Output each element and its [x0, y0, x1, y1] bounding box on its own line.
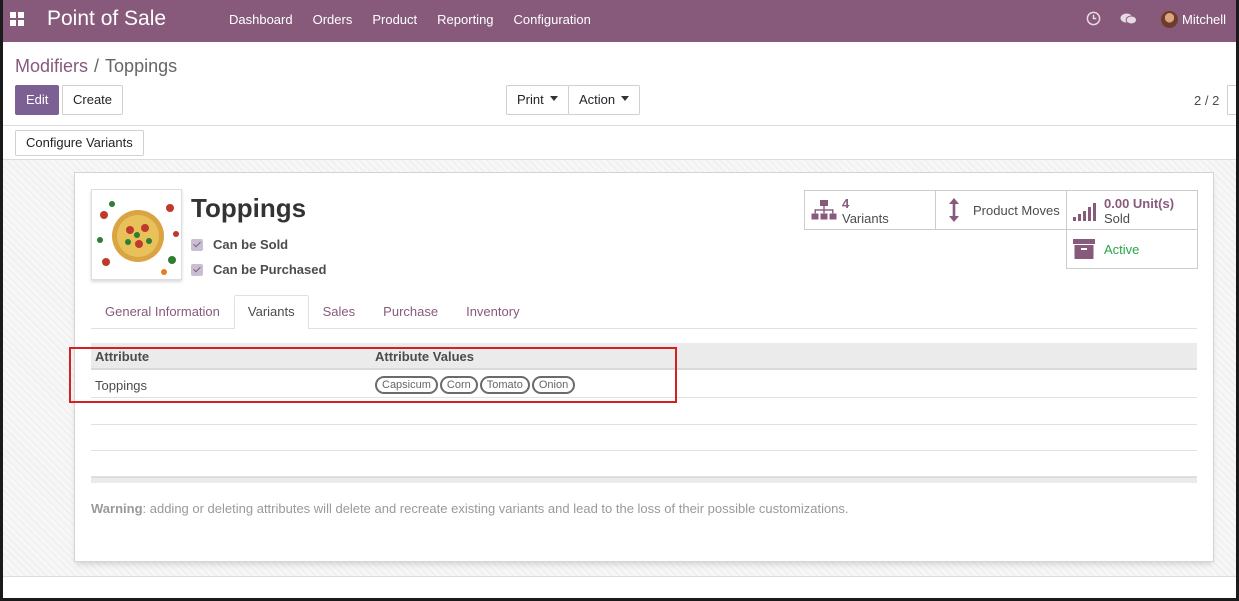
menu-product[interactable]: Product: [362, 0, 427, 42]
top-navbar: Point of Sale Dashboard Orders Product R…: [3, 0, 1236, 42]
menu-configuration[interactable]: Configuration: [504, 0, 601, 42]
app-window: Point of Sale Dashboard Orders Product R…: [0, 0, 1239, 601]
user-avatar[interactable]: [1161, 11, 1178, 28]
tab-variants[interactable]: Variants: [233, 295, 309, 329]
print-label: Print: [517, 92, 544, 107]
can-be-purchased-checkbox[interactable]: [191, 263, 203, 276]
can-be-sold-row: Can be Sold: [191, 237, 288, 252]
arrows-vertical-icon: [949, 198, 959, 222]
divider: [3, 576, 1236, 577]
action-label: Action: [579, 92, 616, 107]
breadcrumb-current: Toppings: [105, 56, 178, 76]
variants-count: 4: [842, 196, 850, 211]
edit-button[interactable]: Edit: [15, 85, 60, 115]
product-image[interactable]: [91, 189, 182, 280]
product-moves-smart-button[interactable]: Product Moves: [935, 190, 1067, 230]
create-button[interactable]: Create: [62, 85, 124, 115]
can-be-purchased-row: Can be Purchased: [191, 262, 326, 277]
chat-icon[interactable]: [1120, 12, 1137, 26]
print-dropdown[interactable]: Print: [506, 85, 569, 115]
app-title[interactable]: Point of Sale: [47, 7, 166, 31]
warning-text: : adding or deleting attributes will del…: [142, 501, 849, 516]
breadcrumb: Modifiers / Toppings: [15, 56, 177, 77]
menu-orders[interactable]: Orders: [303, 0, 363, 42]
pager-value[interactable]: 2 / 2: [1194, 93, 1219, 108]
pager-previous-button[interactable]: [1227, 85, 1236, 115]
control-panel: Modifiers / Toppings Edit Create Print Act…: [3, 42, 1236, 126]
caret-down-icon: [621, 96, 630, 102]
form-statusbar: Configure Variants: [3, 126, 1236, 160]
table-footer: [91, 477, 1197, 483]
clock-icon[interactable]: [1086, 11, 1101, 26]
variants-label: Variants: [842, 211, 889, 226]
can-be-sold-label: Can be Sold: [213, 237, 289, 252]
tab-purchase[interactable]: Purchase: [369, 295, 452, 328]
breadcrumb-separator: /: [94, 56, 100, 76]
active-label: Active: [1104, 242, 1140, 257]
sold-value: 0.00 Unit(s): [1104, 196, 1175, 211]
variants-smart-button[interactable]: 4 Variants: [804, 190, 936, 230]
table-row-empty: [91, 425, 1197, 451]
warning-label: Warning: [91, 501, 143, 516]
caret-down-icon: [549, 96, 558, 102]
main-menu: Dashboard Orders Product Reporting Confi…: [219, 0, 601, 42]
tab-general-information[interactable]: General Information: [91, 295, 234, 328]
sold-smart-button[interactable]: 0.00 Unit(s) Sold: [1066, 190, 1198, 230]
can-be-purchased-label: Can be Purchased: [213, 262, 327, 277]
breadcrumb-parent[interactable]: Modifiers: [15, 56, 88, 76]
tab-sales[interactable]: Sales: [309, 295, 370, 328]
sitemap-icon: [811, 200, 837, 220]
table-row-empty: [91, 451, 1197, 477]
apps-menu-icon[interactable]: [10, 12, 24, 26]
signal-bars-icon: [1073, 203, 1096, 221]
action-dropdown[interactable]: Action: [568, 85, 641, 115]
menu-reporting[interactable]: Reporting: [427, 0, 503, 42]
active-toggle-button[interactable]: Active: [1066, 229, 1198, 269]
archive-icon: [1073, 239, 1095, 259]
user-name[interactable]: Mitchell: [1182, 12, 1226, 27]
product-name[interactable]: Toppings: [191, 193, 306, 224]
product-moves-label: Product Moves: [973, 203, 1060, 218]
menu-dashboard[interactable]: Dashboard: [219, 0, 303, 42]
variants-warning: Warning: adding or deleting attributes w…: [91, 501, 849, 516]
highlight-annotation: [69, 347, 677, 403]
pizza-image: [92, 190, 181, 279]
can-be-sold-checkbox[interactable]: [191, 238, 203, 251]
configure-variants-button[interactable]: Configure Variants: [15, 130, 144, 156]
tab-inventory[interactable]: Inventory: [452, 295, 533, 328]
notebook-tabs: General Information Variants Sales Purch…: [91, 295, 1197, 329]
sold-label: Sold: [1104, 211, 1131, 226]
